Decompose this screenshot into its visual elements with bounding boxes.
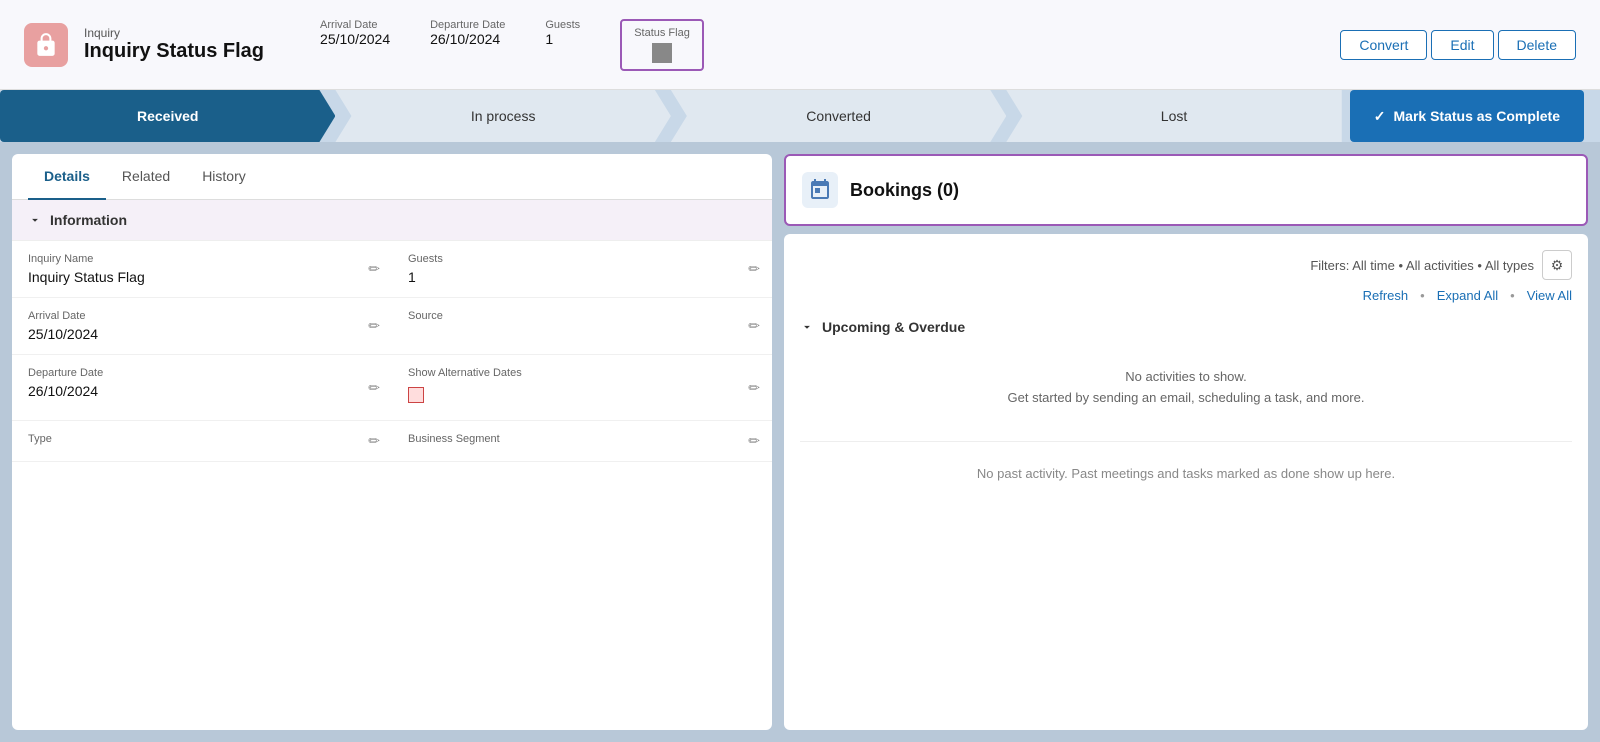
left-panel: Details Related History Information Inqu… <box>12 154 772 730</box>
show-alt-dates-edit-icon[interactable]: ✏ <box>748 379 760 396</box>
status-step-received[interactable]: Received <box>0 90 335 142</box>
view-all-link[interactable]: View All <box>1527 288 1572 303</box>
departure-date-field-value: 26/10/2024 <box>28 383 376 399</box>
arrival-date-item: Arrival Date 25/10/2024 <box>320 19 390 71</box>
guests-item: Guests 1 <box>545 19 580 71</box>
tab-related[interactable]: Related <box>106 154 186 200</box>
convert-button[interactable]: Convert <box>1340 30 1427 60</box>
status-steps: Received In process Converted Lost <box>0 90 1342 142</box>
separator-2: • <box>1510 288 1515 303</box>
show-alt-dates-field: Show Alternative Dates ✏ <box>392 355 772 421</box>
guests-field-label: Guests <box>408 253 756 265</box>
information-section-header[interactable]: Information <box>12 200 772 241</box>
app-icon <box>24 23 68 67</box>
bookings-title: Bookings (0) <box>850 180 959 201</box>
source-label: Source <box>408 310 756 322</box>
tab-details[interactable]: Details <box>28 154 106 200</box>
type-field: Type ✏ <box>12 421 392 462</box>
arrival-date-field-value: 25/10/2024 <box>28 326 376 342</box>
tabs-bar: Details Related History <box>12 154 772 200</box>
form-grid: Inquiry Name Inquiry Status Flag ✏ Guest… <box>12 241 772 462</box>
header-left: Inquiry Inquiry Status Flag Arrival Date… <box>24 19 704 71</box>
type-edit-icon[interactable]: ✏ <box>368 433 380 450</box>
header-actions: Convert Edit Delete <box>1340 30 1576 60</box>
arrival-date-field-label: Arrival Date <box>28 310 376 322</box>
guests-field-value: 1 <box>408 269 756 285</box>
status-step-inprocess[interactable]: In process <box>335 90 670 142</box>
main-content: Details Related History Information Inqu… <box>0 142 1600 742</box>
business-segment-field: Business Segment ✏ <box>392 421 772 462</box>
refresh-link[interactable]: Refresh <box>1363 288 1409 303</box>
departure-date-label: Departure Date <box>430 19 505 31</box>
business-segment-label: Business Segment <box>408 433 756 445</box>
show-alt-dates-checkbox[interactable] <box>408 387 424 403</box>
activity-divider <box>800 441 1572 442</box>
arrival-date-label: Arrival Date <box>320 19 390 31</box>
no-activities-message: No activities to show. Get started by se… <box>800 351 1572 425</box>
show-alt-dates-label: Show Alternative Dates <box>408 367 756 379</box>
mark-complete-label: Mark Status as Complete <box>1394 108 1561 124</box>
status-step-converted[interactable]: Converted <box>671 90 1006 142</box>
upcoming-label: Upcoming & Overdue <box>822 319 965 335</box>
departure-date-field: Departure Date 26/10/2024 ✏ <box>12 355 392 421</box>
activity-filters: Filters: All time • All activities • All… <box>800 250 1572 280</box>
past-activity-text: No past activity. Past meetings and task… <box>800 458 1572 489</box>
guests-label: Guests <box>545 19 580 31</box>
guests-value: 1 <box>545 31 580 47</box>
type-label: Type <box>28 433 376 445</box>
guests-field: Guests 1 ✏ <box>392 241 772 298</box>
expand-all-link[interactable]: Expand All <box>1437 288 1498 303</box>
source-field: Source ✏ <box>392 298 772 355</box>
app-label: Inquiry <box>84 26 264 40</box>
activity-links: Refresh • Expand All • View All <box>800 288 1572 303</box>
information-label: Information <box>50 212 127 228</box>
departure-date-edit-icon[interactable]: ✏ <box>368 379 380 396</box>
inquiry-name-label: Inquiry Name <box>28 253 376 265</box>
settings-button[interactable]: ⚙ <box>1542 250 1572 280</box>
checkmark-icon: ✓ <box>1374 108 1386 125</box>
delete-button[interactable]: Delete <box>1498 30 1576 60</box>
tab-history[interactable]: History <box>186 154 262 200</box>
header-info: Arrival Date 25/10/2024 Departure Date 2… <box>320 19 704 71</box>
filter-text: Filters: All time • All activities • All… <box>1310 258 1534 273</box>
header-title-group: Inquiry Inquiry Status Flag <box>84 26 264 63</box>
bookings-icon <box>802 172 838 208</box>
no-activities-line1: No activities to show. <box>800 367 1572 388</box>
arrival-date-edit-icon[interactable]: ✏ <box>368 318 380 335</box>
status-flag-color <box>652 43 672 63</box>
departure-date-item: Departure Date 26/10/2024 <box>430 19 505 71</box>
arrival-date-value: 25/10/2024 <box>320 31 390 47</box>
inquiry-name-field: Inquiry Name Inquiry Status Flag ✏ <box>12 241 392 298</box>
upcoming-chevron-icon <box>800 320 814 334</box>
activity-panel: Filters: All time • All activities • All… <box>784 234 1588 730</box>
inquiry-name-edit-icon[interactable]: ✏ <box>368 261 380 278</box>
status-flag-label: Status Flag <box>634 27 690 39</box>
right-panel: Bookings (0) Filters: All time • All act… <box>784 154 1588 730</box>
arrival-date-field: Arrival Date 25/10/2024 ✏ <box>12 298 392 355</box>
mark-complete-button[interactable]: ✓ Mark Status as Complete <box>1350 90 1584 142</box>
upcoming-header[interactable]: Upcoming & Overdue <box>800 319 1572 335</box>
top-header: Inquiry Inquiry Status Flag Arrival Date… <box>0 0 1600 90</box>
business-segment-edit-icon[interactable]: ✏ <box>748 433 760 450</box>
status-flag-box: Status Flag <box>620 19 704 71</box>
inquiry-name-value: Inquiry Status Flag <box>28 269 376 285</box>
chevron-down-icon <box>28 213 42 227</box>
status-step-lost[interactable]: Lost <box>1006 90 1341 142</box>
source-edit-icon[interactable]: ✏ <box>748 318 760 335</box>
separator-1: • <box>1420 288 1425 303</box>
departure-date-value: 26/10/2024 <box>430 31 505 47</box>
departure-date-field-label: Departure Date <box>28 367 376 379</box>
guests-edit-icon[interactable]: ✏ <box>748 261 760 278</box>
edit-button[interactable]: Edit <box>1431 30 1493 60</box>
page-title: Inquiry Status Flag <box>84 40 264 63</box>
status-bar: Received In process Converted Lost ✓ Mar… <box>0 90 1600 142</box>
no-activities-line2: Get started by sending an email, schedul… <box>800 388 1572 409</box>
bookings-box[interactable]: Bookings (0) <box>784 154 1588 226</box>
